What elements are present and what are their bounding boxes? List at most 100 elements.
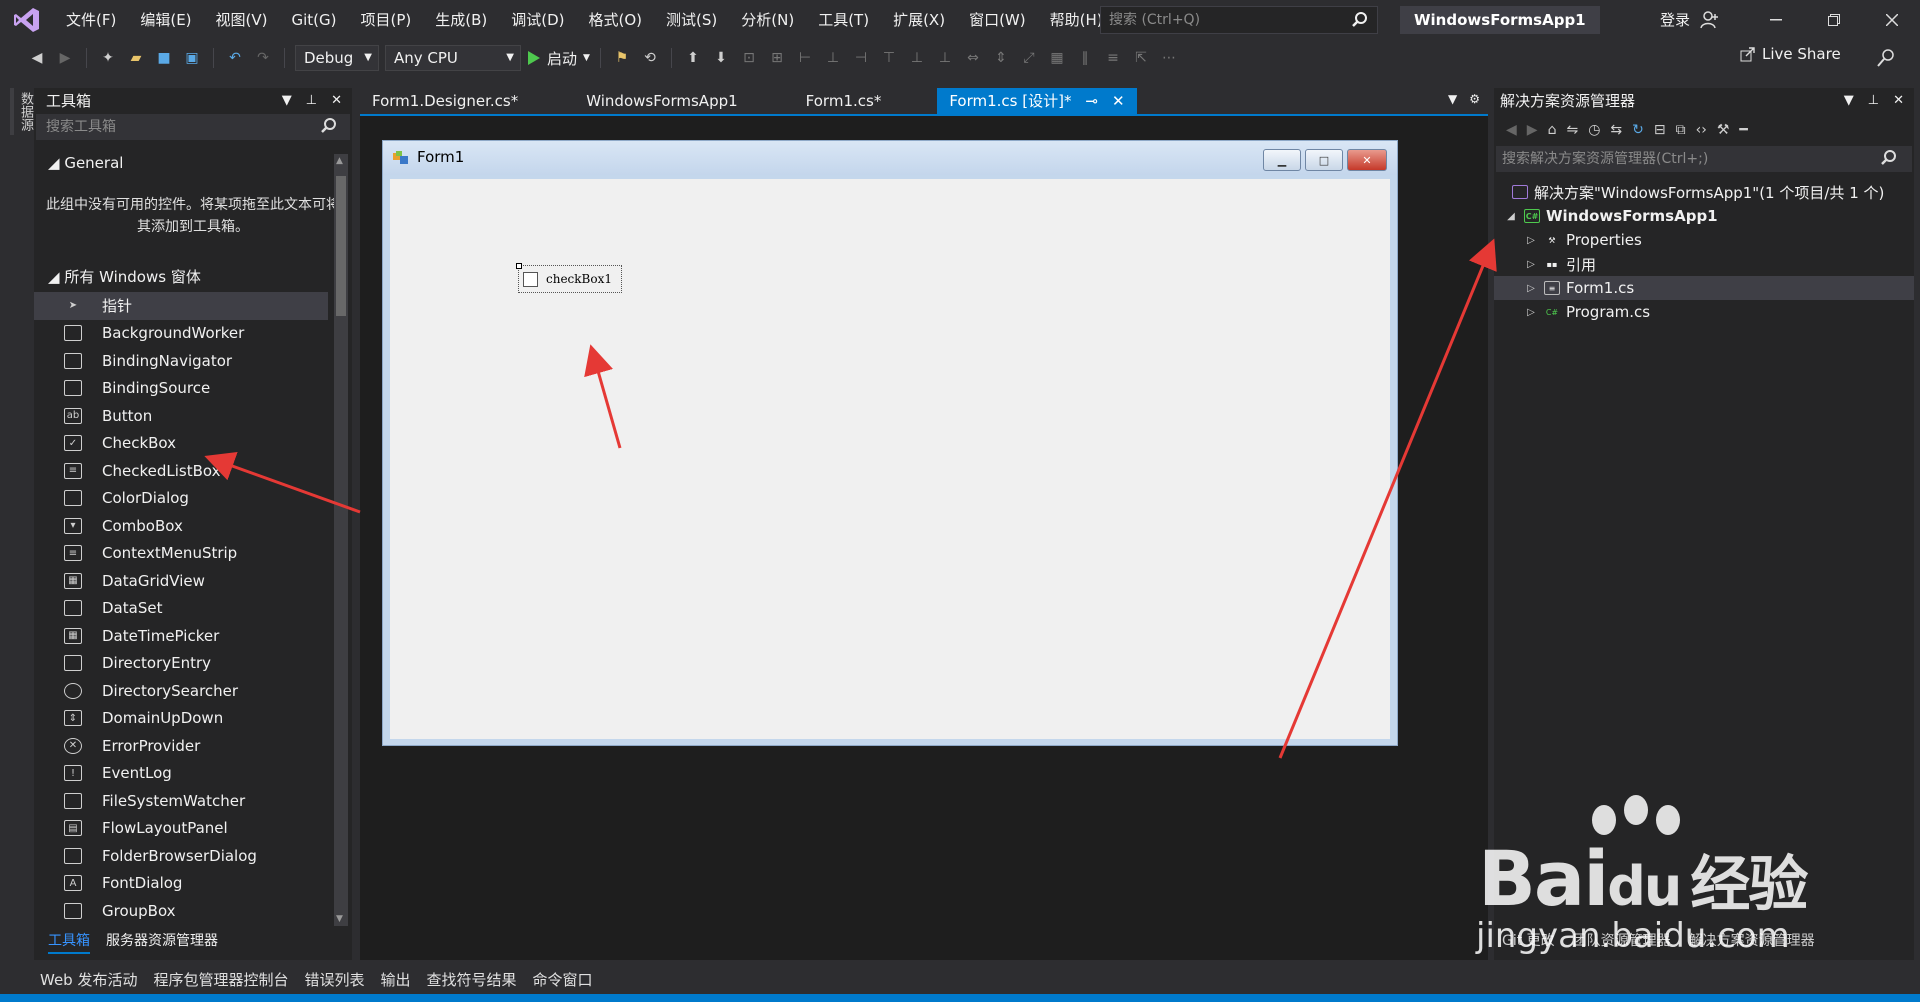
tool-item[interactable]: FolderBrowserDialog <box>34 842 328 870</box>
close-window-button[interactable] <box>1864 0 1920 40</box>
tool-item[interactable]: ✕ ErrorProvider <box>34 732 328 760</box>
send-back-icon[interactable]: ⬇ <box>710 47 732 69</box>
collapsed-arrow-icon[interactable]: ▷ <box>1524 283 1538 294</box>
tab-error-list[interactable]: 错误列表 <box>305 969 365 990</box>
toolbox-scrollbar[interactable]: ▲ ▼ <box>334 154 348 926</box>
tree-project[interactable]: ◢ C# WindowsFormsApp1 <box>1494 204 1914 228</box>
back-icon[interactable]: ◀ <box>26 47 48 69</box>
forward-icon[interactable]: ▶ <box>1527 122 1538 138</box>
solution-search-input[interactable]: 搜索解决方案资源管理器(Ctrl+;) <box>1496 146 1912 172</box>
panel-menu-icon[interactable]: ▼ <box>1844 88 1854 114</box>
refresh-icon[interactable]: ↻ <box>1632 122 1644 138</box>
pin-icon[interactable]: ⊸ <box>1085 88 1098 114</box>
menu-file[interactable]: 文件(F) <box>54 0 128 40</box>
global-search-input[interactable]: 搜索 (Ctrl+Q) <box>1100 6 1378 34</box>
login-link[interactable]: 登录 <box>1660 0 1690 40</box>
gear-icon[interactable]: ⚙ <box>1469 92 1480 106</box>
panel-menu-icon[interactable]: ▼ <box>282 88 292 114</box>
toolbox-group-general[interactable]: ◢ General <box>34 148 352 178</box>
tab-web-publish[interactable]: Web 发布活动 <box>40 969 137 990</box>
tool-item[interactable]: ➤ 指针 <box>34 292 328 320</box>
redo-icon[interactable]: ↷ <box>252 47 274 69</box>
menu-debug[interactable]: 调试(D) <box>499 0 576 40</box>
more-icon[interactable]: ⋯ <box>1158 47 1180 69</box>
menu-view[interactable]: 视图(V) <box>204 0 280 40</box>
start-button[interactable]: 启动 ▼ <box>527 48 590 69</box>
tool-item[interactable]: ! EventLog <box>34 760 328 788</box>
tool-item[interactable]: DirectorySearcher <box>34 677 328 705</box>
tree-properties[interactable]: ▷ ⚒ Properties <box>1494 228 1914 252</box>
restore-button[interactable] <box>1806 0 1862 40</box>
checkbox1-control[interactable]: checkBox1 <box>516 263 622 293</box>
form-client-area[interactable]: checkBox1 <box>390 179 1390 739</box>
minimize-button[interactable] <box>1748 0 1804 40</box>
tool-item[interactable]: ✓ CheckBox <box>34 430 328 458</box>
collapsed-arrow-icon[interactable]: ▷ <box>1524 307 1538 318</box>
tab-package-manager[interactable]: 程序包管理器控制台 <box>153 969 288 990</box>
tool-item[interactable]: A FontDialog <box>34 870 328 898</box>
tree-program[interactable]: ▷ C# Program.cs <box>1494 300 1914 324</box>
history-icon[interactable]: ◷ <box>1588 122 1600 138</box>
grid-icon[interactable]: ⊞ <box>766 47 788 69</box>
tool-item[interactable]: ColorDialog <box>34 485 328 513</box>
tool-item[interactable]: BindingSource <box>34 375 328 403</box>
tool-item[interactable]: ≡ ContextMenuStrip <box>34 540 328 568</box>
platform-select[interactable]: Any CPU ▼ <box>385 45 521 71</box>
menu-format[interactable]: 格式(O) <box>577 0 655 40</box>
toolbox-group-windows-forms[interactable]: ◢ 所有 Windows 窗体 <box>34 262 328 292</box>
tool-item[interactable]: ab Button <box>34 402 328 430</box>
scroll-down-icon[interactable]: ▼ <box>336 914 343 924</box>
tool-item[interactable]: GroupBox <box>34 897 328 925</box>
v-spacing-icon[interactable]: ≡ <box>1102 47 1124 69</box>
tab-find-symbol[interactable]: 查找符号结果 <box>427 969 517 990</box>
menu-analyze[interactable]: 分析(N) <box>729 0 806 40</box>
tree-references[interactable]: ▷ ▪▪ 引用 <box>1494 252 1914 276</box>
tab-list-icon[interactable]: ▼ <box>1448 92 1457 106</box>
tool-item[interactable]: BindingNavigator <box>34 347 328 375</box>
tool-item[interactable]: ▾ ComboBox <box>34 512 328 540</box>
tab-command-window[interactable]: 命令窗口 <box>533 969 593 990</box>
tool-item[interactable]: FileSystemWatcher <box>34 787 328 815</box>
account-icon[interactable] <box>1700 10 1720 34</box>
live-share-button[interactable]: Live Share <box>1740 45 1841 63</box>
close-icon[interactable]: ✕ <box>1893 88 1904 114</box>
pin-icon[interactable]: ⊥ <box>306 88 317 114</box>
close-icon[interactable]: ✕ <box>1112 88 1125 114</box>
tab-toolbox[interactable]: 工具箱 <box>48 930 90 954</box>
save-all-icon[interactable]: ▣ <box>181 47 203 69</box>
feedback-icon[interactable] <box>1876 48 1896 72</box>
menu-build[interactable]: 生成(B) <box>423 0 499 40</box>
size-to-grid-icon[interactable]: ▦ <box>1046 47 1068 69</box>
menu-git[interactable]: Git(G) <box>280 0 349 40</box>
open-folder-icon[interactable]: ▰ <box>125 47 147 69</box>
undo-icon[interactable]: ↶ <box>224 47 246 69</box>
new-project-icon[interactable]: ✦ <box>97 47 119 69</box>
hot-reload-icon[interactable]: ⟲ <box>639 47 661 69</box>
tool-item[interactable]: BackgroundWorker <box>34 320 328 348</box>
bring-front-icon[interactable]: ⬆ <box>682 47 704 69</box>
h-spacing-icon[interactable]: ∥ <box>1074 47 1096 69</box>
tab-form1-design[interactable]: Form1.cs [设计]* ⊸ ✕ <box>937 88 1137 114</box>
collapsed-arrow-icon[interactable]: ▷ <box>1524 235 1538 246</box>
tool-item[interactable]: DataSet <box>34 595 328 623</box>
same-width-icon[interactable]: ⇔ <box>962 47 984 69</box>
lock-controls-icon[interactable]: ⊡ <box>738 47 760 69</box>
menu-window[interactable]: 窗口(W) <box>957 0 1038 40</box>
tool-item[interactable]: ▦ DateTimePicker <box>34 622 328 650</box>
visual-studio-logo-icon[interactable] <box>0 0 54 40</box>
align-top-icon[interactable]: ⊤ <box>878 47 900 69</box>
view-code-icon[interactable]: ‹› <box>1696 122 1707 138</box>
align-right-icon[interactable]: ⊣ <box>850 47 872 69</box>
tool-item[interactable]: ≡ CheckedListBox <box>34 457 328 485</box>
selection-handle[interactable] <box>516 263 522 269</box>
browser-link-icon[interactable]: ⚑ <box>611 47 633 69</box>
align-left-icon[interactable]: ⊢ <box>794 47 816 69</box>
tool-item[interactable]: DirectoryEntry <box>34 650 328 678</box>
close-icon[interactable]: ✕ <box>331 88 342 114</box>
menu-extensions[interactable]: 扩展(X) <box>881 0 957 40</box>
tool-item[interactable]: ▤ FlowLayoutPanel <box>34 815 328 843</box>
expanded-arrow-icon[interactable]: ◢ <box>1504 211 1518 222</box>
preview-icon[interactable]: ━ <box>1739 122 1747 138</box>
switch-views-icon[interactable]: ⇋ <box>1566 122 1578 138</box>
align-center-icon[interactable]: ⊥ <box>822 47 844 69</box>
